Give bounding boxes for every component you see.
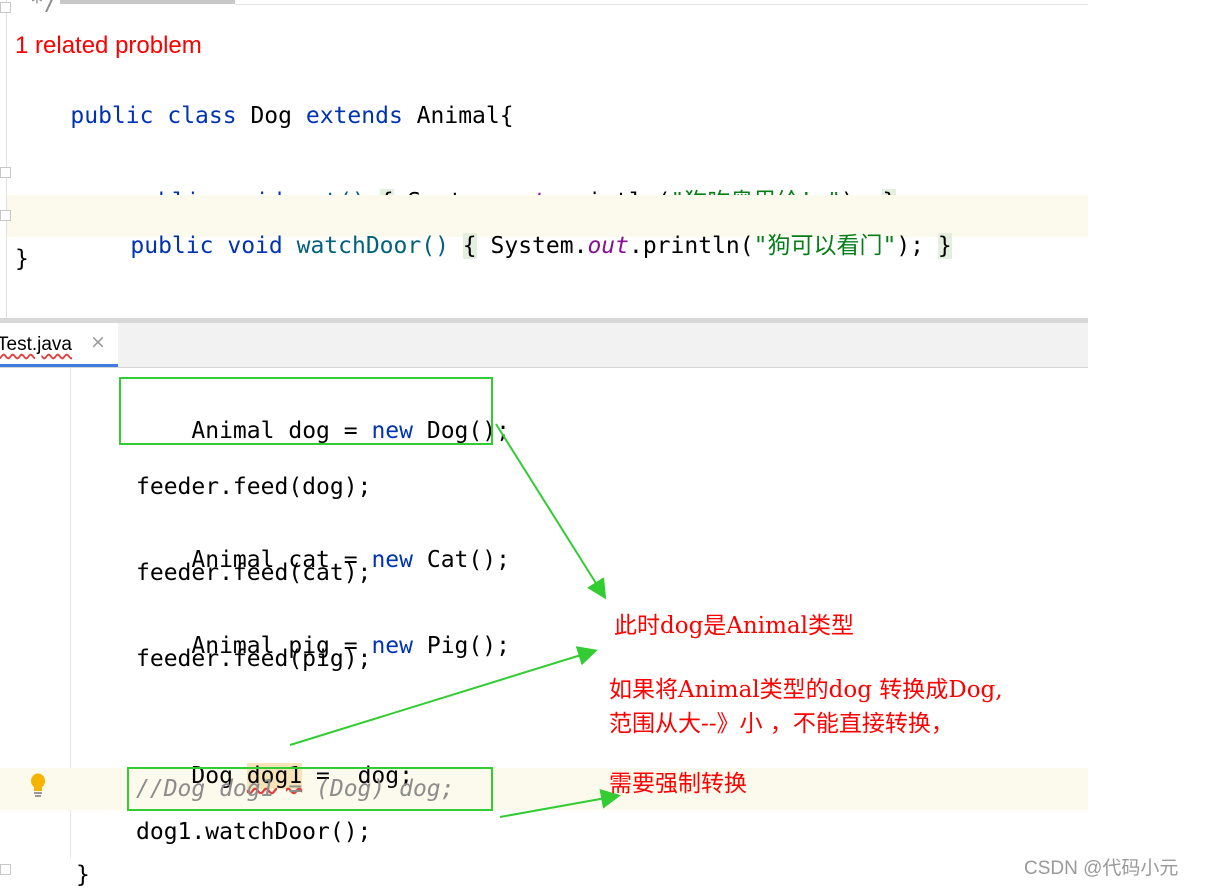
note-convert-line2: 范围从大--》小 ，不能直接转换，: [609, 711, 954, 737]
annotation-overlay: [119, 377, 621, 818]
arrow-to-note-convert: [289, 646, 598, 746]
watermark: CSDN @代码小元: [1024, 858, 1179, 879]
note-dog-is-animal: 此时dog是Animal类型: [614, 613, 854, 639]
arrow-to-note-cast: [499, 788, 621, 818]
note-need-cast: 需要强制转换: [609, 771, 747, 797]
note-convert-line1: 如果将Animal类型的dog 转换成Dog,: [609, 677, 1003, 703]
highlight-box-dog-declaration: [119, 377, 493, 445]
highlight-box-cast-comment: [127, 767, 493, 811]
arrow-to-note-type: [495, 423, 607, 600]
